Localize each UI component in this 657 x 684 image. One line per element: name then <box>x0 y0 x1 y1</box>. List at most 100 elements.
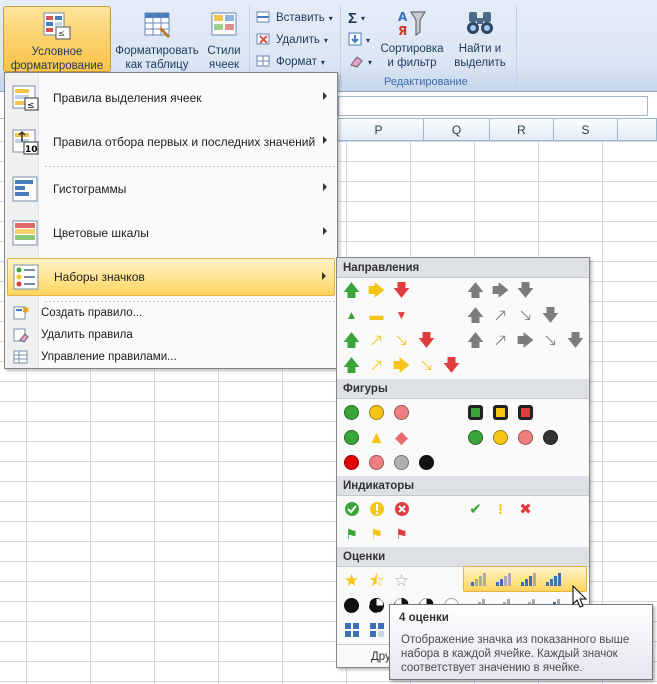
icon-set-3-symbols-circled[interactable] <box>339 497 414 521</box>
icon-set-3-stars[interactable]: ★ ⯪ ☆ <box>339 568 414 592</box>
icon-set-5-arrows-gray[interactable]: 🡅 🡕 🡆 🡖 🡇 <box>463 328 588 352</box>
triangle-up-icon: ▲ <box>345 308 358 322</box>
column-header-q[interactable]: Q <box>424 119 490 141</box>
icon-set-3-arrows-colored[interactable]: 🡅 🡆 🡇 <box>339 278 414 302</box>
dropdown-arrow-icon: ▾ <box>328 13 333 23</box>
section-directional-header: Направления <box>337 258 589 278</box>
icon-set-4-arrows-colored[interactable]: 🡅 🡕 🡖 🡇 <box>339 328 439 352</box>
arrow-up-icon: 🡅 <box>342 280 361 300</box>
arrow-down-right-icon: 🡖 <box>395 330 408 350</box>
delete-button[interactable]: Удалить ▾ <box>256 30 328 50</box>
highlight-rules-icon: ≤ <box>11 84 39 112</box>
data-bars-icon <box>11 175 39 203</box>
x-circle-icon <box>389 497 414 521</box>
green-flag-icon: ⚑ <box>345 526 358 542</box>
format-button[interactable]: Формат ▾ <box>256 52 325 72</box>
section-ratings-header: Оценки <box>337 547 589 567</box>
icon-set-4-arrows-gray[interactable]: 🡅 🡕 🡖 🡇 <box>463 303 563 327</box>
icon-set-3-traffic-lights-rimmed[interactable] <box>463 400 538 424</box>
arrow-down-icon: 🡇 <box>541 305 560 325</box>
menu-item-label: Цветовые шкалы <box>53 226 149 240</box>
arrow-right-icon: 🡆 <box>367 280 386 300</box>
autosum-button[interactable]: Σ ▾ <box>348 8 365 28</box>
menu-item-highlight-rules[interactable]: ≤ Правила выделения ячеек <box>7 79 335 117</box>
arrow-down-right-icon: 🡖 <box>519 305 532 325</box>
red-diamond-icon: ◆ <box>394 427 409 447</box>
star-half-icon: ⯪ <box>368 570 385 590</box>
dropdown-arrow-icon: ▾ <box>366 35 371 45</box>
submenu-arrow-icon <box>322 272 326 280</box>
arrow-up-icon: 🡅 <box>466 330 485 350</box>
column-header-s[interactable]: S <box>554 119 618 141</box>
menu-item-label: Удалить правила <box>41 329 133 341</box>
find-select-button[interactable]: Найти и выделить <box>450 8 510 72</box>
clear-button[interactable]: ▾ <box>348 52 372 72</box>
conditional-formatting-button[interactable]: ≤ Условное форматирование <box>3 6 111 72</box>
sort-filter-button[interactable]: АЯ Сортировка и фильтр <box>376 8 448 72</box>
triangle-down-icon: ▼ <box>395 308 408 322</box>
format-table-icon <box>142 10 172 40</box>
arrow-down-icon: 🡇 <box>516 280 535 300</box>
traffic-light-yellow-icon <box>488 400 513 424</box>
svg-text:А: А <box>398 10 408 24</box>
icon-set-3-traffic-lights[interactable] <box>339 400 414 424</box>
format-icon <box>256 53 272 72</box>
yellow-flag-icon: ⚑ <box>370 526 383 542</box>
menu-item-color-scales[interactable]: Цветовые шкалы <box>7 214 335 252</box>
icon-set-3-symbols[interactable]: ✔ ! ✖ <box>463 497 538 521</box>
fill-button[interactable]: ▾ <box>348 30 370 50</box>
format-label: Формат <box>276 56 317 68</box>
dropdown-arrow-icon: ▾ <box>320 57 325 67</box>
icon-sets-icon <box>12 263 40 291</box>
menu-item-label: Правила отбора первых и последних значен… <box>53 135 316 149</box>
column-header-t[interactable] <box>618 119 657 141</box>
icon-set-4-ratings[interactable] <box>463 566 587 592</box>
gray-circle-icon <box>389 450 414 474</box>
signal-3-icon <box>516 567 541 591</box>
menu-item-top-bottom-rules[interactable]: 10 Правила отбора первых и последних зна… <box>7 123 335 161</box>
submenu-arrow-icon <box>323 92 327 100</box>
red-circle-icon <box>339 450 364 474</box>
conditional-formatting-icon: ≤ <box>42 11 72 41</box>
manage-rules-icon <box>13 349 29 365</box>
column-header-p[interactable]: P <box>334 119 424 141</box>
more-rules-label: Дру <box>371 651 391 663</box>
section-indicators-header: Индикаторы <box>337 476 589 496</box>
column-header-r[interactable]: R <box>490 119 554 141</box>
icon-set-3-triangles[interactable]: ▲ ▬ ▼ <box>339 303 414 327</box>
cell-styles-button[interactable]: Стили ячеек <box>202 10 246 72</box>
menu-separator <box>45 166 335 167</box>
svg-text:✱: ✱ <box>22 306 29 316</box>
arrow-down-icon: 🡇 <box>442 355 461 375</box>
icon-set-tooltip: 4 оценки Отображение значка из показанно… <box>389 604 653 680</box>
format-as-table-button[interactable]: Форматировать как таблицу <box>112 10 202 72</box>
dropdown-arrow-icon: ▾ <box>361 13 366 23</box>
traffic-light-red-icon <box>513 400 538 424</box>
dropdown-arrow-icon: ▾ <box>368 57 373 67</box>
menu-item-label: Наборы значков <box>54 270 145 284</box>
menu-item-manage-rules[interactable]: Управление правилами... <box>7 346 335 368</box>
icon-set-red-to-black[interactable] <box>339 450 439 474</box>
icon-set-3-signs[interactable]: ▲ ◆ <box>339 425 414 449</box>
formula-input[interactable] <box>338 96 648 116</box>
menu-item-new-rule[interactable]: ✱ Создать правило... <box>7 302 335 324</box>
top-bottom-rules-icon: 10 <box>11 128 39 156</box>
yellow-circle-icon <box>488 425 513 449</box>
icon-set-5-arrows-colored[interactable]: 🡅 🡕 🡆 🡖 🡇 <box>339 353 464 377</box>
delete-label: Удалить <box>276 34 320 46</box>
signal-2-icon <box>491 567 516 591</box>
icon-set-3-flags[interactable]: ⚑ ⚑ ⚑ <box>339 522 414 546</box>
icon-set-4-traffic-lights[interactable] <box>463 425 563 449</box>
icon-set-3-arrows-gray[interactable]: 🡅 🡆 🡇 <box>463 278 538 302</box>
exclamation-circle-icon <box>364 497 389 521</box>
insert-button[interactable]: Вставить ▾ <box>256 8 333 28</box>
black-circle-icon <box>414 450 439 474</box>
red-circle-icon <box>389 400 414 424</box>
menu-item-clear-rules[interactable]: Удалить правила <box>7 324 335 346</box>
submenu-arrow-icon <box>323 227 327 235</box>
icon-set-5-boxes[interactable] <box>339 618 389 642</box>
boxes-three-icon <box>364 618 389 642</box>
dropdown-arrow-icon: ▾ <box>323 35 328 45</box>
menu-item-icon-sets[interactable]: Наборы значков <box>7 258 335 296</box>
menu-item-data-bars[interactable]: Гистограммы <box>7 170 335 208</box>
